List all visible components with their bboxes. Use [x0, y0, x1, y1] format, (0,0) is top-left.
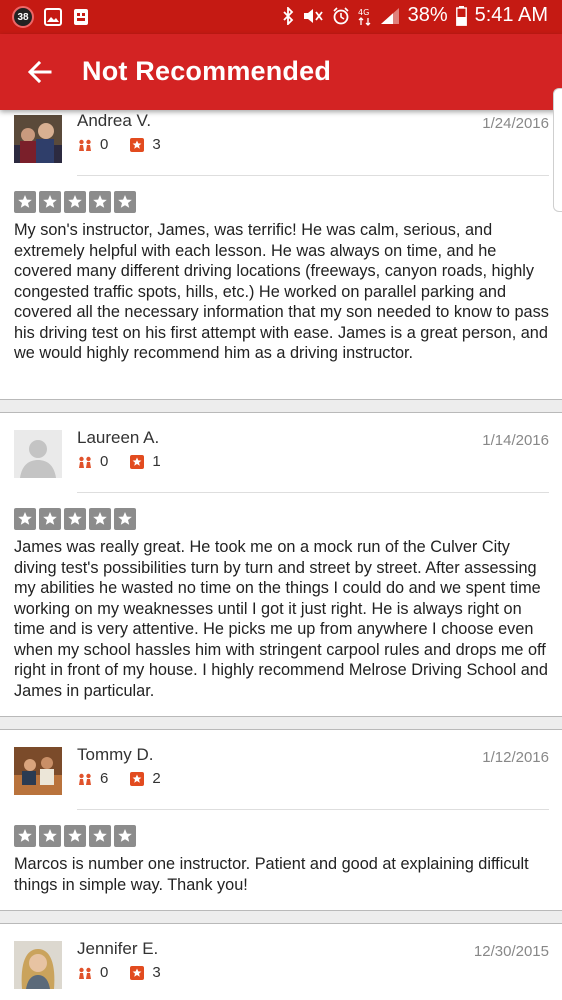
review-date: 12/30/2015: [473, 943, 549, 960]
review-count-icon: [130, 137, 145, 152]
alarm-icon: [333, 6, 349, 24]
battery-percent: 38%: [407, 4, 448, 26]
review-text: My son's instructor, James, was terrific…: [14, 221, 549, 362]
avatar[interactable]: [14, 430, 62, 478]
reviewer-name[interactable]: Laureen A.: [77, 428, 159, 448]
avatar[interactable]: [14, 747, 62, 795]
battery-icon: [455, 5, 467, 26]
star-icon: [114, 508, 136, 530]
reviewer-stats: 6 2: [78, 770, 161, 787]
reviewer-stats: 0 1: [78, 453, 161, 470]
scrollbar[interactable]: [553, 88, 562, 212]
review-count-icon: [130, 454, 145, 469]
status-right-icons: 4G 38% 5:41 AM: [282, 4, 548, 27]
review-count: 3: [152, 136, 161, 153]
review-date: 1/12/2016: [482, 749, 549, 766]
review-text: James was really great. He took me on a …: [14, 538, 548, 700]
divider: [77, 492, 549, 493]
avatar[interactable]: [14, 115, 62, 163]
friends-icon: [79, 967, 91, 979]
star-icon: [14, 825, 36, 847]
star-icon: [14, 191, 36, 213]
star-icon: [39, 825, 61, 847]
status-bar: 38 4G 38% 5:41 AM: [0, 0, 562, 34]
friends-icon: [79, 456, 91, 468]
notification-badge: 38: [12, 6, 34, 28]
svg-text:4G: 4G: [358, 8, 369, 17]
reviewer-name[interactable]: Andrea V.: [77, 111, 151, 131]
star-icon: [64, 825, 86, 847]
reviewer-name[interactable]: Tommy D.: [77, 745, 154, 765]
review-text: Marcos is number one instructor. Patient…: [14, 855, 529, 894]
review-count: 2: [152, 770, 161, 787]
review-card[interactable]: Andrea V. 1/24/2016 0 3 My son's instruc…: [0, 110, 562, 399]
review-count-icon: [130, 965, 145, 980]
app-bar: Not Recommended: [0, 34, 562, 110]
signal-icon: [380, 7, 399, 24]
star-icon: [89, 191, 111, 213]
friends-icon: [79, 139, 91, 151]
star-icon: [89, 508, 111, 530]
reviewer-name[interactable]: Jennifer E.: [77, 939, 158, 959]
friends-count: 6: [100, 770, 109, 787]
star-icon: [39, 508, 61, 530]
divider: [77, 175, 549, 176]
star-icon: [64, 508, 86, 530]
star-icon: [89, 825, 111, 847]
star-icon: [114, 191, 136, 213]
card-separator: [0, 716, 562, 730]
data-4g-icon: 4G: [358, 8, 371, 26]
star-icon: [39, 191, 61, 213]
star-rating: [14, 825, 136, 847]
app-notification-icon: [74, 9, 88, 25]
reviewer-stats: 0 3: [78, 964, 161, 981]
review-card[interactable]: Tommy D. 1/12/2016 6 2 Marcos is number …: [0, 730, 562, 910]
review-card[interactable]: Jennifer E. 12/30/2015 0 3: [0, 924, 562, 1000]
star-rating: [14, 191, 136, 213]
review-date: 1/24/2016: [482, 115, 549, 132]
divider: [77, 809, 549, 810]
star-icon: [14, 508, 36, 530]
card-separator: [0, 910, 562, 924]
friends-count: 0: [100, 453, 109, 470]
review-count-icon: [130, 771, 145, 786]
star-icon: [114, 825, 136, 847]
back-arrow-icon[interactable]: [24, 56, 56, 88]
page-title: Not Recommended: [82, 56, 332, 86]
avatar[interactable]: [14, 941, 62, 989]
review-list[interactable]: Andrea V. 1/24/2016 0 3 My son's instruc…: [0, 110, 562, 1000]
review-date: 1/14/2016: [482, 432, 549, 449]
star-icon: [64, 191, 86, 213]
friends-count: 0: [100, 964, 109, 981]
card-separator: [0, 399, 562, 413]
review-count: 1: [152, 453, 161, 470]
clock: 5:41 AM: [474, 4, 548, 26]
friends-icon: [79, 773, 91, 785]
status-left-icons: 38: [12, 6, 90, 28]
reviewer-stats: 0 3: [78, 136, 161, 153]
star-rating: [14, 508, 136, 530]
review-card[interactable]: Laureen A. 1/14/2016 0 1 James was reall…: [0, 413, 562, 716]
review-count: 3: [152, 964, 161, 981]
friends-count: 0: [100, 136, 109, 153]
gallery-icon: [44, 8, 62, 26]
mute-icon: [303, 8, 323, 23]
bluetooth-icon: [282, 6, 293, 25]
